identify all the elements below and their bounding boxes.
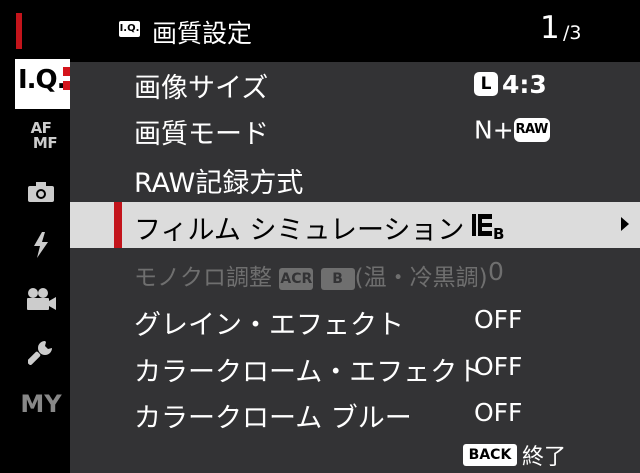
menu-item-raw-recording[interactable]: RAW記録方式 — [70, 155, 640, 201]
menu-item-label: グレイン・エフェクト — [134, 310, 404, 341]
acros-icon: ACR — [279, 267, 314, 290]
menu-item-label: カラークローム ブルー — [134, 403, 412, 434]
monochrome-icon: B — [320, 267, 355, 290]
sidebar-menu: I.Q. AF MF MY — [0, 0, 73, 473]
menu-item-label: モノクロ調整 ACR B (温・冷黒調) — [134, 258, 488, 292]
wrench-icon — [27, 341, 52, 365]
aspect-ratio-value: 4:3 — [502, 69, 547, 99]
menu-item-value: L 4:3 — [474, 68, 547, 99]
menu-item-value: N+ RAW — [474, 114, 550, 145]
exit-label: 終了 — [522, 445, 567, 470]
menu-item-value: 0 — [488, 257, 504, 286]
menu-item-label: RAW記録方式 — [134, 168, 304, 199]
menu-item-grain-effect[interactable]: グレイン・エフェクト OFF — [70, 297, 640, 343]
sidebar-item-image-quality[interactable]: I.Q. — [15, 59, 73, 109]
flash-icon — [34, 232, 48, 258]
menu-item-image-quality[interactable]: 画質モード N+ RAW — [70, 106, 640, 152]
movie-camera-icon — [27, 288, 56, 310]
menu-item-label-text: モノクロ調整 — [134, 265, 272, 291]
quality-value: N+ — [474, 115, 514, 145]
sidebar-item-shooting[interactable] — [18, 181, 64, 207]
menu-item-film-simulation[interactable]: フィルム シミュレーション B — [70, 202, 640, 248]
page-number-current: 1 — [540, 10, 560, 46]
menu-item-image-size[interactable]: 画像サイズ L 4:3 — [70, 60, 640, 106]
mf-icon-label: MF — [32, 134, 58, 152]
sidebar-item-setup[interactable] — [18, 339, 64, 369]
menu-item-label: 画像サイズ — [134, 73, 269, 104]
sidebar-item-flash[interactable] — [18, 232, 64, 262]
menu-item-label: フィルム シミュレーション — [134, 215, 465, 246]
menu-item-label-suffix: (温・冷黒調) — [354, 265, 488, 291]
menu-item-label: 画質モード — [134, 119, 269, 150]
my-menu-icon: MY — [20, 390, 62, 418]
sidebar-item-af-mf[interactable]: AF MF — [18, 121, 64, 151]
menu-item-color-chrome-blue[interactable]: カラークローム ブルー OFF — [70, 390, 640, 436]
menu-item-value: OFF — [474, 398, 523, 427]
size-large-icon: L — [474, 72, 498, 96]
menu-item-label: カラークローム・エフェクト — [134, 357, 485, 388]
page-number-total: /3 — [563, 22, 582, 44]
menu-item-value: OFF — [474, 352, 523, 381]
menu-item-monochrome-adjust: モノクロ調整 ACR B (温・冷黒調) 0 — [70, 249, 640, 295]
selection-marker — [114, 202, 122, 248]
film-simulation-classic-chrome-icon: B — [472, 210, 516, 243]
submenu-arrow-icon — [621, 217, 629, 231]
menu-panel: I.Q. 画質設定 1 /3 画像サイズ L 4:3 画質モード N+ RAW RA… — [70, 0, 640, 473]
camera-icon — [28, 182, 54, 202]
sidebar-item-movie[interactable] — [18, 287, 64, 315]
page-title: 画質設定 — [152, 19, 253, 48]
sidebar-item-my-menu[interactable]: MY — [18, 390, 64, 418]
raw-icon: RAW — [513, 118, 550, 142]
back-button[interactable]: BACK — [463, 444, 517, 466]
menu-item-value: OFF — [474, 305, 523, 334]
image-quality-icon: I.Q. — [18, 65, 67, 95]
menu-header: I.Q. 画質設定 1 /3 — [70, 0, 640, 62]
menu-position-indicator — [16, 13, 22, 49]
menu-item-color-chrome-effect[interactable]: カラークローム・エフェクト OFF — [70, 344, 640, 390]
svg-text:B: B — [493, 225, 504, 240]
image-quality-badge-icon: I.Q. — [119, 21, 140, 37]
